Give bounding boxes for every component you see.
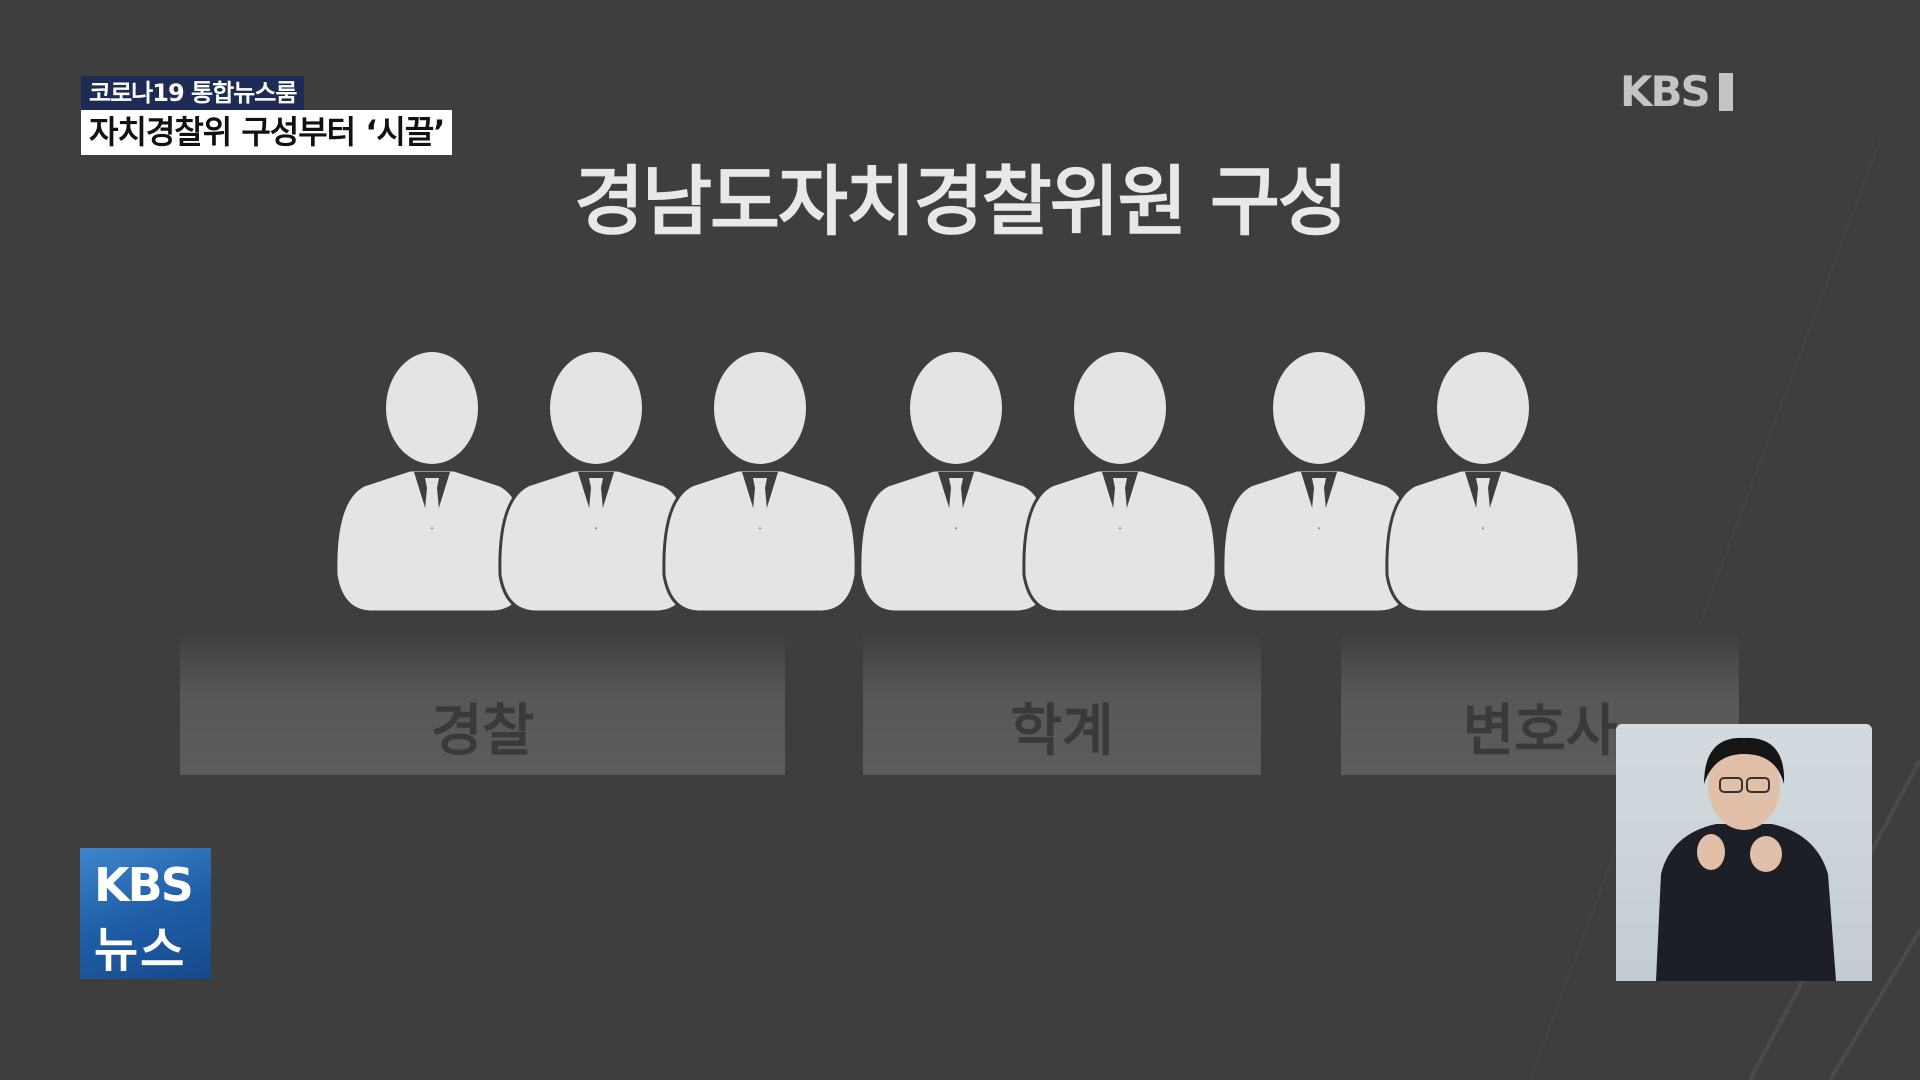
news-logo-line2: 뉴스	[94, 922, 187, 978]
interpreter-figure	[1656, 737, 1836, 981]
person-icon	[662, 352, 858, 614]
person-icon	[1022, 352, 1218, 614]
news-logo-line1: KBS	[94, 858, 194, 912]
person-icon	[1385, 352, 1581, 614]
kbs-news-logo: KBS 뉴스	[80, 848, 211, 979]
sign-language-interpreter	[1616, 724, 1872, 981]
